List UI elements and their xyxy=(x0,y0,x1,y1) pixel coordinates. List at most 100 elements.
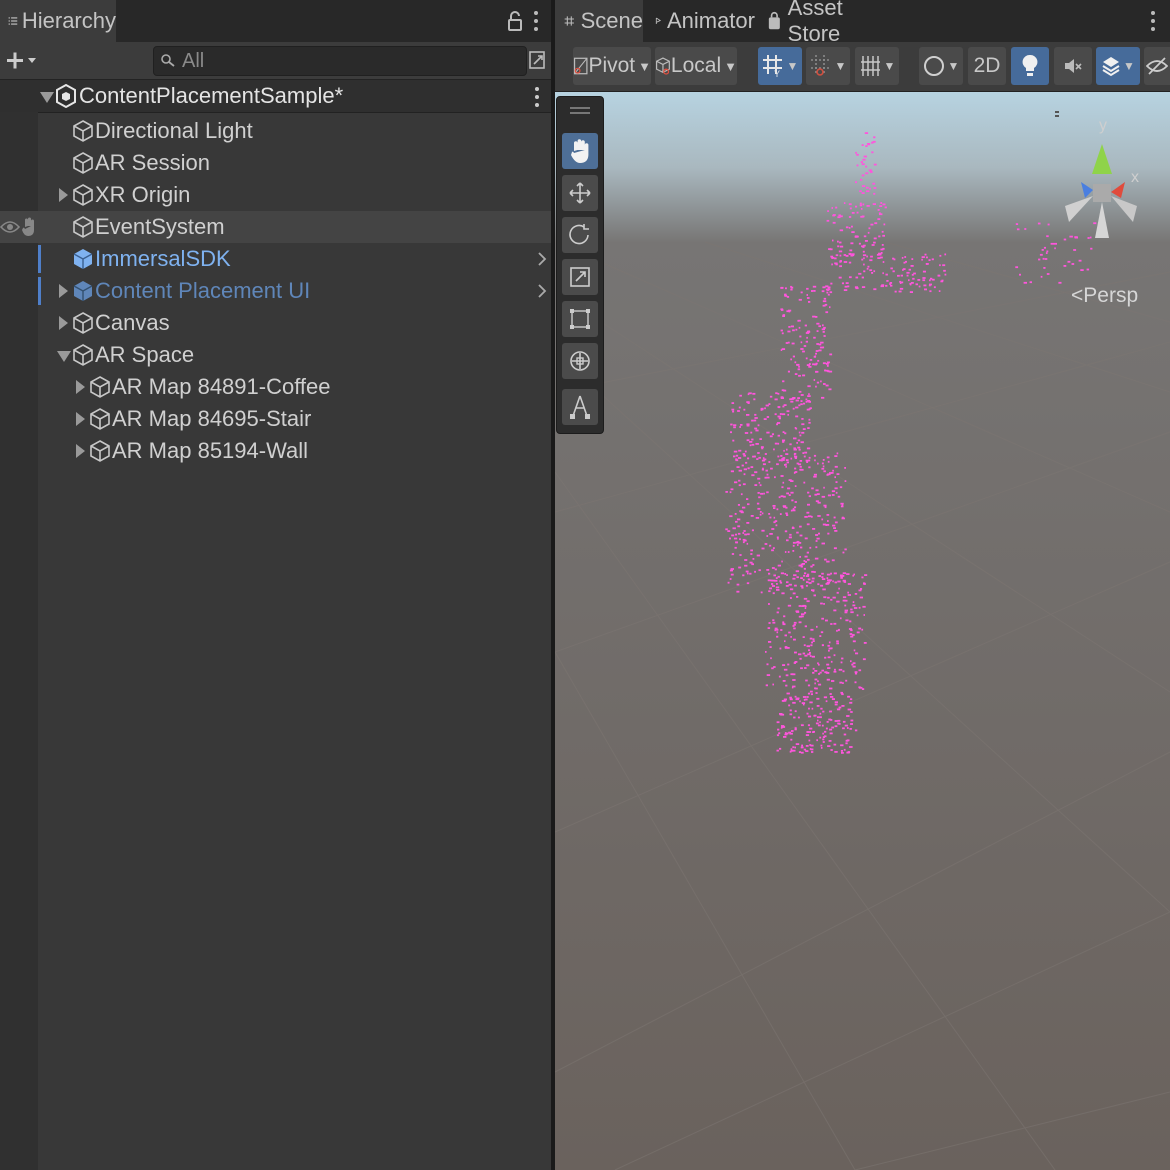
scene-more-icon[interactable] xyxy=(1150,10,1156,32)
point xyxy=(808,456,811,459)
hierarchy-item-canvas[interactable]: Canvas xyxy=(0,307,551,339)
grid-snap-toggle[interactable]: Y ▼ xyxy=(758,47,802,85)
pickable-hand-icon[interactable] xyxy=(21,217,37,237)
transform-tool-button[interactable] xyxy=(562,343,598,379)
point xyxy=(867,231,870,234)
collapse-arrow-icon[interactable] xyxy=(40,92,54,103)
point xyxy=(774,476,776,479)
expand-arrow-icon[interactable] xyxy=(76,380,85,394)
grid-visibility-toggle[interactable]: ▼ xyxy=(855,47,899,85)
scene-more-icon[interactable] xyxy=(534,86,540,108)
point xyxy=(795,541,799,544)
point xyxy=(870,255,873,258)
hidden-objects-toggle[interactable] xyxy=(1144,47,1170,85)
local-dropdown[interactable]: Local ▼ xyxy=(655,47,737,85)
tab-animator[interactable]: Animator xyxy=(655,0,755,42)
increment-snap-toggle[interactable]: ▼ xyxy=(806,47,850,85)
open-prefab-chevron-icon[interactable] xyxy=(537,283,547,299)
orientation-gizmo[interactable]: y x xyxy=(1055,110,1145,250)
gizmo-x-cone[interactable] xyxy=(1111,182,1125,198)
point xyxy=(794,584,797,587)
point xyxy=(816,493,820,495)
hierarchy-search-input[interactable]: All xyxy=(153,46,527,76)
point xyxy=(755,443,759,445)
point xyxy=(866,143,871,145)
point xyxy=(781,348,786,350)
tab-hierarchy[interactable]: Hierarchy xyxy=(0,0,116,42)
expand-arrow-icon[interactable] xyxy=(59,316,68,330)
point xyxy=(823,696,828,699)
hierarchy-item-immersalsdk[interactable]: ImmersalSDK xyxy=(0,243,551,275)
pivot-dropdown[interactable]: Pivot ▼ xyxy=(573,47,651,85)
collapse-arrow-icon[interactable] xyxy=(57,351,71,362)
rotate-icon xyxy=(569,224,589,245)
point xyxy=(738,479,741,482)
draw-mode-dropdown[interactable]: ▼ xyxy=(919,47,963,85)
drag-handle-icon[interactable] xyxy=(570,107,590,115)
point xyxy=(793,638,796,641)
hierarchy-item-directional-light[interactable]: Directional Light xyxy=(0,115,551,147)
more-icon[interactable] xyxy=(533,10,539,32)
point xyxy=(808,495,811,498)
effects-dropdown[interactable]: ▼ xyxy=(1096,47,1140,85)
tab-hierarchy-label: Hierarchy xyxy=(21,8,116,33)
hierarchy-item-ar-map-coffee[interactable]: AR Map 84891-Coffee xyxy=(0,371,551,403)
add-icon[interactable] xyxy=(7,51,41,71)
tab-asset-store[interactable]: Asset Store xyxy=(767,0,892,46)
visibility-eye-icon[interactable] xyxy=(0,219,20,235)
hierarchy-item-ar-map-stair[interactable]: AR Map 84695-Stair xyxy=(0,403,551,435)
gizmo-menu-icon[interactable] xyxy=(1055,111,1059,113)
hierarchy-item-label: AR Map 85194-Wall xyxy=(112,438,309,463)
expand-arrow-icon[interactable] xyxy=(76,444,85,458)
sky-background xyxy=(555,92,1170,1170)
expand-arrow-icon[interactable] xyxy=(59,188,68,202)
rotate-tool-button[interactable] xyxy=(562,217,598,253)
point xyxy=(769,395,773,398)
point xyxy=(869,259,873,262)
expand-arrow-icon[interactable] xyxy=(59,284,68,298)
gizmo-z-cone[interactable] xyxy=(1081,182,1093,198)
point xyxy=(777,728,780,731)
point xyxy=(837,719,841,722)
lock-icon[interactable] xyxy=(508,11,522,31)
scene-viewport[interactable]: y x <Persp xyxy=(555,92,1170,1170)
audio-toggle[interactable] xyxy=(1054,47,1092,85)
point xyxy=(786,514,789,516)
scale-tool-button[interactable] xyxy=(562,259,598,295)
hand-tool-button[interactable] xyxy=(562,133,598,169)
gizmo-y-cone[interactable] xyxy=(1092,144,1112,174)
custom-tool-button[interactable] xyxy=(562,389,598,425)
mode-2d-toggle[interactable]: 2D xyxy=(968,47,1006,85)
point xyxy=(802,350,805,353)
point xyxy=(776,631,779,634)
hierarchy-item-ar-space[interactable]: AR Space xyxy=(0,339,551,371)
point xyxy=(808,301,811,303)
rect-tool-button[interactable] xyxy=(562,301,598,337)
hierarchy-item-ar-session[interactable]: AR Session xyxy=(0,147,551,179)
move-tool-button[interactable] xyxy=(562,175,598,211)
point xyxy=(864,132,869,134)
point xyxy=(925,256,928,259)
point xyxy=(816,739,818,742)
gizmo-center-cube[interactable] xyxy=(1093,184,1111,202)
point xyxy=(831,490,836,493)
expand-arrow-icon[interactable] xyxy=(76,412,85,426)
point xyxy=(745,461,748,464)
point xyxy=(784,733,788,736)
open-prefab-chevron-icon[interactable] xyxy=(537,251,547,267)
lighting-toggle[interactable] xyxy=(1011,47,1049,85)
tab-scene[interactable]: Scene xyxy=(555,0,643,42)
hierarchy-item-content-placement-ui[interactable]: Content Placement UI xyxy=(0,275,551,307)
point xyxy=(852,574,854,577)
hierarchy-item-xr-origin[interactable]: XR Origin xyxy=(0,179,551,211)
scene-visibility-icon[interactable] xyxy=(528,48,548,72)
hierarchy-item-eventsystem[interactable]: EventSystem xyxy=(0,211,551,243)
hierarchy-item-ar-map-wall[interactable]: AR Map 85194-Wall xyxy=(0,435,551,467)
point xyxy=(832,214,835,217)
scene-header-row[interactable]: ContentPlacementSample* xyxy=(0,80,551,113)
point xyxy=(789,443,792,446)
point xyxy=(743,454,746,457)
projection-toggle[interactable]: <Persp xyxy=(1071,284,1138,308)
point xyxy=(844,609,848,612)
point xyxy=(834,521,838,524)
